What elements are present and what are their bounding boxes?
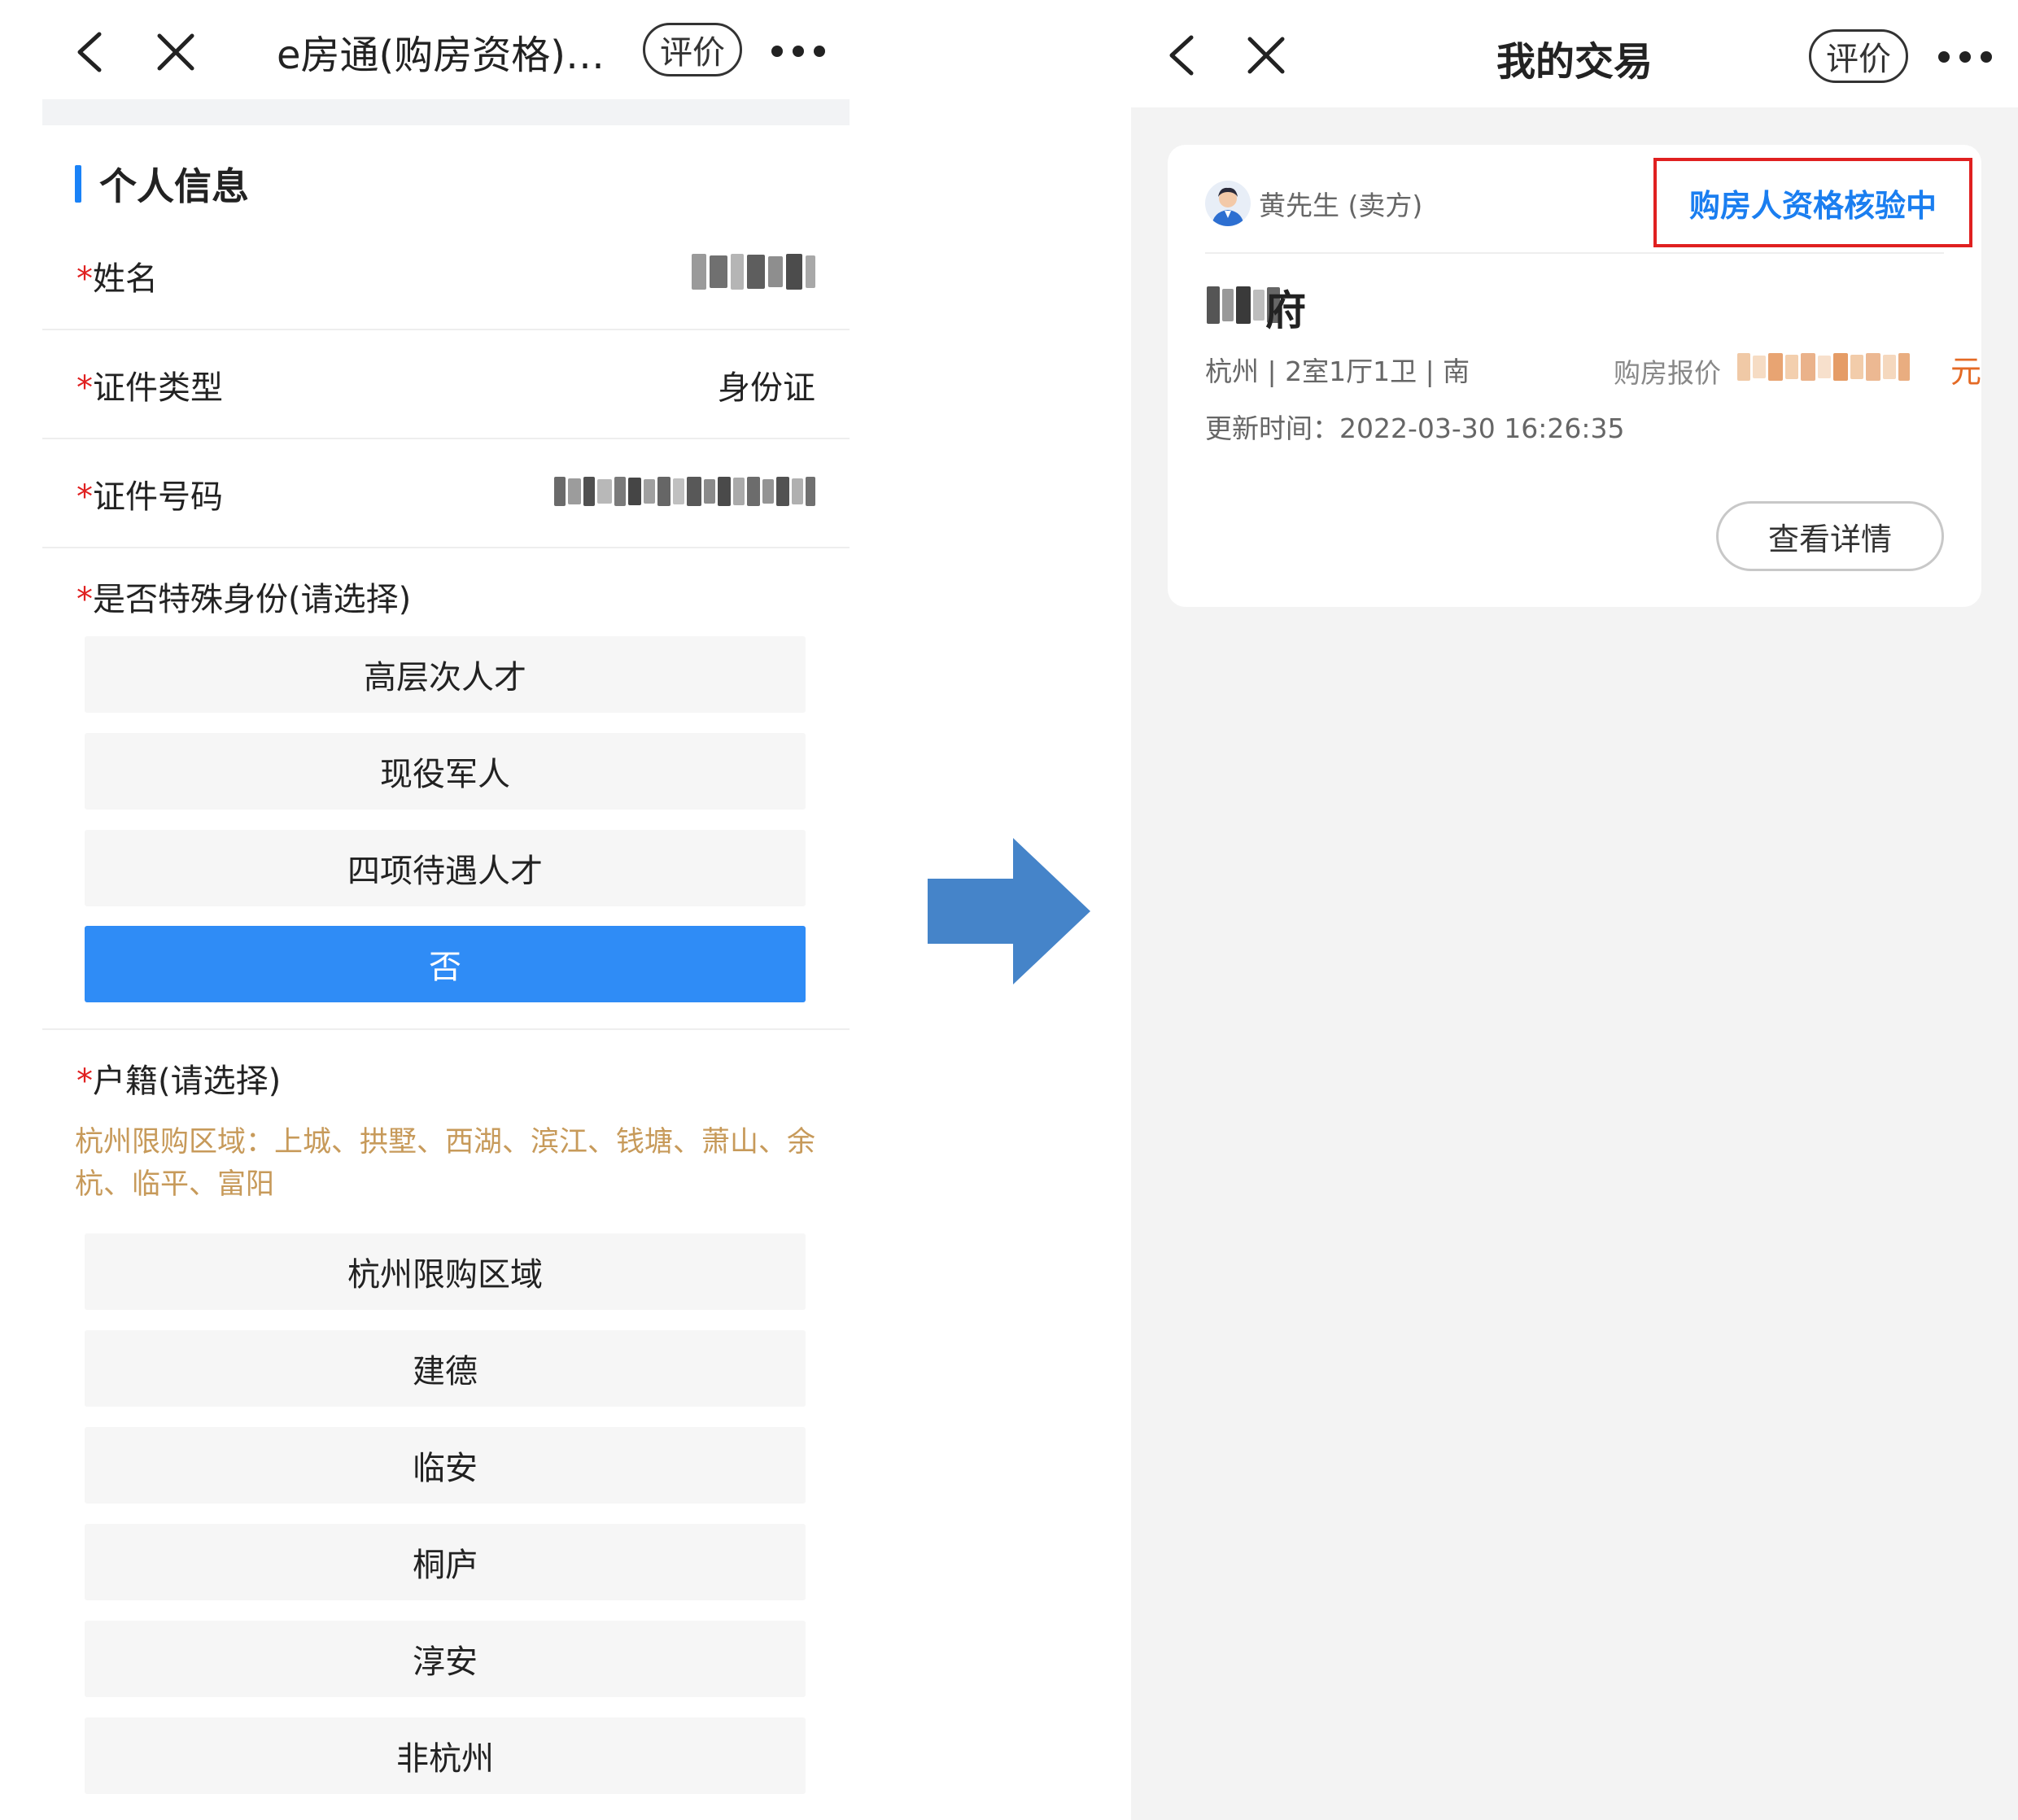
back-chevron-left-icon[interactable] bbox=[73, 31, 106, 73]
update-time: 更新时间：2022-03-30 16:26:35 bbox=[1205, 412, 1625, 444]
more-dots-icon[interactable] bbox=[1938, 51, 1992, 63]
name-field-row[interactable]: *姓名 bbox=[42, 221, 850, 330]
section-title: 个人信息 bbox=[99, 164, 249, 208]
id-number-value-redacted bbox=[554, 477, 815, 506]
option-no-selected[interactable]: 否 bbox=[85, 926, 806, 1002]
price-unit: 元 bbox=[1950, 354, 1982, 390]
arrow-right-icon bbox=[928, 838, 1090, 988]
price-label: 购房报价 bbox=[1614, 357, 1721, 389]
option-high-level-talent[interactable]: 高层次人才 bbox=[85, 636, 806, 713]
right-screen: 我的交易 评价 黄先生 (卖方) 购房人资格核验中 府 杭州 | 2室1厅1卫 … bbox=[1131, 0, 2018, 1820]
option-active-military[interactable]: 现役军人 bbox=[85, 733, 806, 810]
transaction-card[interactable]: 黄先生 (卖方) 购房人资格核验中 府 杭州 | 2室1厅1卫 | 南 购房报价 bbox=[1168, 145, 1981, 607]
divider bbox=[42, 1028, 850, 1030]
option-four-benefits-talent[interactable]: 四项待遇人才 bbox=[85, 830, 806, 906]
status-text: 购房人资格核验中 bbox=[1688, 187, 1937, 224]
property-meta: 杭州 | 2室1厅1卫 | 南 bbox=[1205, 356, 1470, 387]
option-tonglu[interactable]: 桐庐 bbox=[85, 1524, 806, 1600]
price-value-redacted bbox=[1737, 353, 1910, 381]
option-linan[interactable]: 临安 bbox=[85, 1427, 806, 1504]
rate-button[interactable]: 评价 bbox=[1809, 29, 1908, 83]
option-jiande[interactable]: 建德 bbox=[85, 1330, 806, 1407]
rate-button[interactable]: 评价 bbox=[643, 23, 742, 76]
avatar bbox=[1205, 181, 1251, 226]
id-number-field-row[interactable]: *证件号码 bbox=[42, 439, 850, 548]
household-label: *户籍(请选择) bbox=[76, 1063, 282, 1100]
id-number-label: *证件号码 bbox=[76, 478, 223, 516]
section-accent-bar bbox=[75, 165, 81, 203]
status-badge: 购房人资格核验中 bbox=[1653, 158, 1972, 247]
option-chunan[interactable]: 淳安 bbox=[85, 1621, 806, 1697]
id-type-field-row[interactable]: *证件类型 身份证 bbox=[42, 330, 850, 439]
view-details-button[interactable]: 查看详情 bbox=[1716, 501, 1944, 571]
id-type-value: 身份证 bbox=[718, 369, 815, 407]
header: 我的交易 评价 bbox=[1131, 0, 2018, 107]
option-non-hangzhou[interactable]: 非杭州 bbox=[85, 1717, 806, 1794]
name-label: *姓名 bbox=[76, 260, 158, 298]
option-hangzhou-restricted[interactable]: 杭州限购区域 bbox=[85, 1233, 806, 1310]
top-separator bbox=[42, 99, 850, 125]
close-icon[interactable] bbox=[156, 33, 195, 72]
page-title: e房通(购房资格)… bbox=[277, 33, 605, 78]
property-name: 府 bbox=[1265, 287, 1306, 334]
special-identity-label: *是否特殊身份(请选择) bbox=[76, 581, 412, 618]
id-type-label: *证件类型 bbox=[76, 369, 223, 407]
seller-name: 黄先生 (卖方) bbox=[1259, 190, 1423, 221]
more-dots-icon[interactable] bbox=[771, 46, 825, 57]
name-value-redacted bbox=[692, 254, 815, 290]
restricted-area-hint: 杭州限购区域：上城、拱墅、西湖、滨江、钱塘、萧山、余杭、临平、富阳 bbox=[75, 1126, 816, 1201]
left-screen: e房通(购房资格)… 评价 个人信息 *姓名 *证件类型 身份证 *证件号码 *… bbox=[0, 0, 850, 1820]
card-divider bbox=[1205, 252, 1944, 254]
section-header: 个人信息 bbox=[75, 161, 249, 208]
